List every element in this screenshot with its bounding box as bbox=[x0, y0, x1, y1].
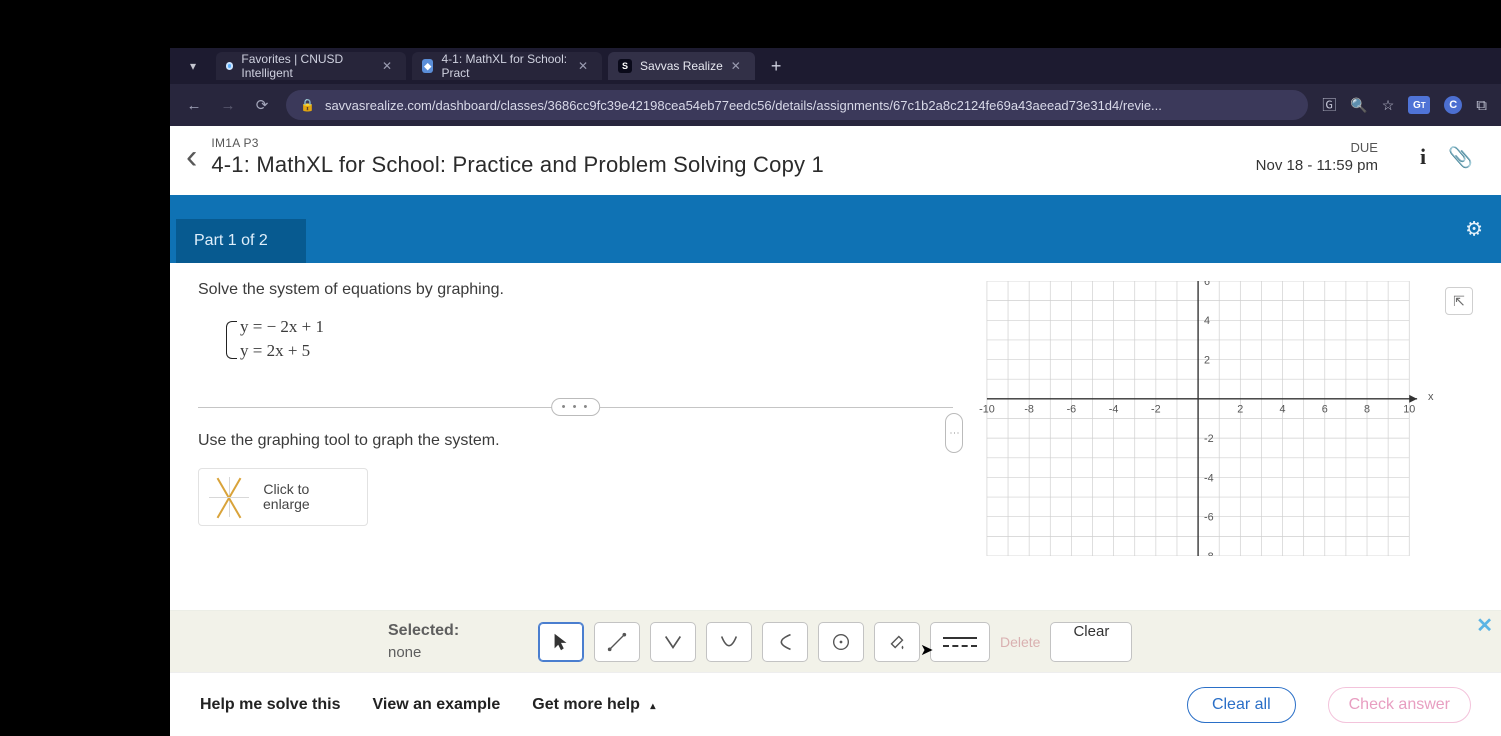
get-more-help-label: Get more help bbox=[532, 696, 640, 713]
parabola-side-tool-button[interactable] bbox=[762, 622, 808, 662]
tab-title: 4-1: MathXL for School: Pract bbox=[441, 52, 569, 80]
attachment-icon[interactable]: 📎 bbox=[1448, 145, 1473, 170]
course-label: IM1A P3 bbox=[211, 136, 1241, 150]
chevron-down-icon[interactable]: ▾ bbox=[190, 59, 196, 73]
fill-tool-button[interactable] bbox=[874, 622, 920, 662]
gt-badge-icon[interactable]: GT bbox=[1408, 96, 1430, 114]
enlarge-graph-button[interactable]: Click to enlarge bbox=[198, 468, 368, 526]
graphing-toolbar: Selected: none bbox=[170, 610, 1501, 672]
svg-text:-4: -4 bbox=[1204, 472, 1214, 484]
enlarge-line1: Click to bbox=[263, 482, 310, 497]
svg-text:-2: -2 bbox=[1204, 433, 1214, 445]
close-icon[interactable]: ✕ bbox=[1476, 613, 1493, 638]
more-dots-icon[interactable]: • • • bbox=[551, 398, 601, 416]
graph-thumbnail-icon bbox=[209, 477, 249, 517]
back-icon[interactable]: ← bbox=[184, 97, 204, 114]
zoom-icon[interactable]: 🔍 bbox=[1350, 97, 1367, 114]
favicon-icon: S bbox=[618, 59, 632, 73]
due-date: Nov 18 - 11:59 pm bbox=[1256, 157, 1378, 174]
caret-up-icon: ▴ bbox=[650, 701, 655, 712]
back-chevron-icon[interactable]: ‹ bbox=[186, 140, 197, 174]
parabola-tool-button[interactable] bbox=[706, 622, 752, 662]
resize-handle-icon[interactable]: ⋮ bbox=[945, 413, 963, 453]
graph-panel: ⇱ -10 -8 -6 -4 -2 2 4 6 8 10 -8 -6 -4 -2 2 4 6 x bbox=[973, 281, 1473, 610]
clear-all-button[interactable]: Clear all bbox=[1187, 687, 1296, 723]
due-label: DUE bbox=[1256, 140, 1378, 155]
forward-icon[interactable]: → bbox=[218, 97, 238, 114]
check-answer-button: Check answer bbox=[1328, 687, 1471, 723]
close-icon[interactable]: ✕ bbox=[382, 59, 392, 73]
equation-2: y = 2x + 5 bbox=[240, 341, 953, 361]
browser-tab-active[interactable]: S Savvas Realize ✕ bbox=[608, 52, 755, 80]
absolute-value-tool-button[interactable] bbox=[650, 622, 696, 662]
info-icon[interactable]: i bbox=[1420, 144, 1426, 170]
svg-text:-8: -8 bbox=[1024, 404, 1034, 416]
tab-title: Savvas Realize bbox=[640, 59, 723, 73]
svg-text:4: 4 bbox=[1204, 315, 1210, 327]
svg-text:-10: -10 bbox=[979, 404, 995, 416]
svg-text:2: 2 bbox=[1237, 404, 1243, 416]
circle-tool-button[interactable] bbox=[818, 622, 864, 662]
star-icon[interactable]: ☆ bbox=[1382, 97, 1395, 114]
delete-button: Delete bbox=[1000, 634, 1040, 650]
svg-text:2: 2 bbox=[1204, 355, 1210, 367]
translate-icon[interactable]: 🄶 bbox=[1322, 95, 1336, 115]
close-icon[interactable]: ✕ bbox=[731, 59, 741, 73]
svg-text:-2: -2 bbox=[1151, 404, 1161, 416]
address-bar: ← → ⟳ 🔒 savvasrealize.com/dashboard/clas… bbox=[170, 84, 1501, 126]
popout-icon[interactable]: ⇱ bbox=[1445, 287, 1473, 315]
line-tool-button[interactable] bbox=[594, 622, 640, 662]
divider: • • • bbox=[198, 407, 953, 408]
get-more-help-link[interactable]: Get more help ▴ bbox=[532, 696, 655, 714]
favicon-dot-icon bbox=[226, 62, 233, 70]
assignment-title: 4-1: MathXL for School: Practice and Pro… bbox=[211, 152, 1241, 178]
problem-panel: Solve the system of equations by graphin… bbox=[198, 281, 953, 610]
x-axis-label: x bbox=[1428, 391, 1434, 403]
favicon-icon: ◆ bbox=[422, 59, 433, 73]
svg-text:10: 10 bbox=[1403, 404, 1415, 416]
browser-tab-strip: ▾ Favorites | CNUSD Intelligent ✕ ◆ 4-1:… bbox=[170, 48, 1501, 84]
lock-icon: 🔒 bbox=[300, 98, 315, 112]
svg-text:8: 8 bbox=[1364, 404, 1370, 416]
help-me-solve-link[interactable]: Help me solve this bbox=[200, 696, 341, 714]
part-label: Part 1 of 2 bbox=[176, 219, 306, 263]
help-footer: Help me solve this View an example Get m… bbox=[170, 672, 1501, 736]
line-style-button[interactable] bbox=[930, 622, 990, 662]
gear-icon[interactable]: ⚙ bbox=[1465, 217, 1483, 242]
svg-text:6: 6 bbox=[1322, 404, 1328, 416]
selected-value: none bbox=[388, 644, 488, 661]
close-icon[interactable]: ✕ bbox=[578, 59, 588, 73]
svg-text:-8: -8 bbox=[1204, 551, 1214, 556]
svg-text:-6: -6 bbox=[1067, 404, 1077, 416]
instruction: Use the graphing tool to graph the syste… bbox=[198, 432, 953, 450]
view-example-link[interactable]: View an example bbox=[373, 696, 501, 714]
svg-text:-6: -6 bbox=[1204, 512, 1214, 524]
clear-button[interactable]: Clear bbox=[1050, 622, 1132, 662]
browser-tab[interactable]: Favorites | CNUSD Intelligent ✕ bbox=[216, 52, 406, 80]
enlarge-line2: enlarge bbox=[263, 497, 310, 512]
url-bar[interactable]: 🔒 savvasrealize.com/dashboard/classes/36… bbox=[286, 90, 1308, 120]
svg-text:-4: -4 bbox=[1109, 404, 1119, 416]
tab-title: Favorites | CNUSD Intelligent bbox=[241, 52, 374, 80]
profile-badge-icon[interactable]: C bbox=[1444, 96, 1462, 114]
reload-icon[interactable]: ⟳ bbox=[252, 96, 272, 114]
part-bar: Part 1 of 2 ⚙ bbox=[170, 195, 1501, 263]
problem-prompt: Solve the system of equations by graphin… bbox=[198, 281, 953, 299]
new-tab-button[interactable]: + bbox=[771, 56, 782, 77]
browser-tab[interactable]: ◆ 4-1: MathXL for School: Pract ✕ bbox=[412, 52, 602, 80]
svg-text:6: 6 bbox=[1204, 281, 1210, 288]
equation-system: y = − 2x + 1 y = 2x + 5 bbox=[226, 317, 953, 361]
extensions-icon[interactable]: ⧉ bbox=[1476, 97, 1487, 114]
assignment-header: ‹ IM1A P3 4-1: MathXL for School: Practi… bbox=[170, 126, 1501, 195]
pointer-tool-button[interactable] bbox=[538, 622, 584, 662]
coordinate-plane[interactable]: -10 -8 -6 -4 -2 2 4 6 8 10 -8 -6 -4 -2 2 4 6 bbox=[973, 281, 1433, 556]
url-text: savvasrealize.com/dashboard/classes/3686… bbox=[325, 98, 1294, 113]
cursor-icon: ➤ bbox=[920, 640, 933, 660]
svg-text:4: 4 bbox=[1280, 404, 1286, 416]
selected-label: Selected: bbox=[388, 622, 488, 640]
equation-1: y = − 2x + 1 bbox=[240, 317, 953, 337]
